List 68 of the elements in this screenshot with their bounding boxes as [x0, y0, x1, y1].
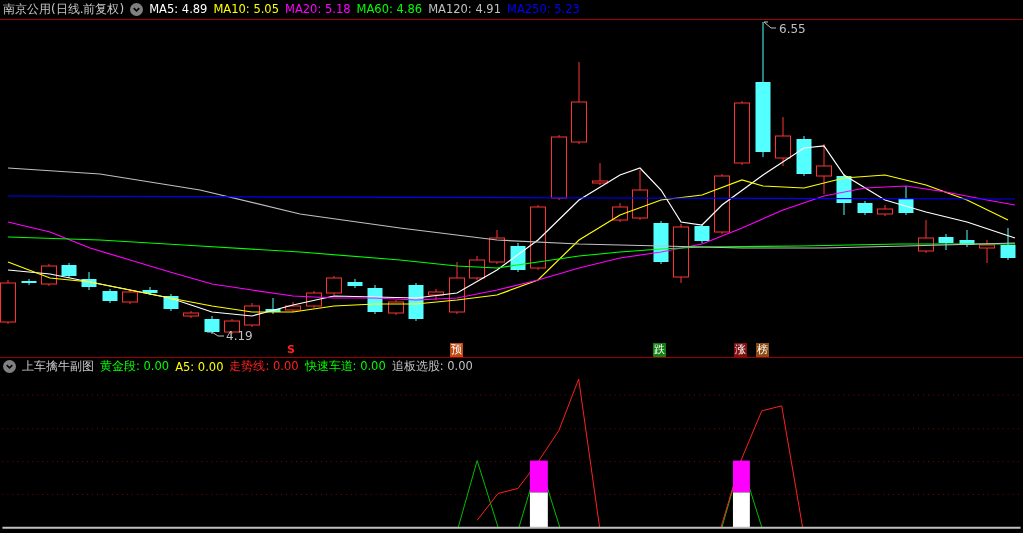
leader-line: [763, 21, 777, 29]
candlestick: [326, 275, 342, 296]
candlestick: [775, 116, 791, 167]
signal-tag: 涨: [734, 342, 747, 357]
candlestick: [796, 135, 812, 177]
indicator-value: A5: 0.00: [175, 359, 224, 374]
candlestick: [102, 288, 118, 304]
candlestick: [898, 185, 914, 216]
candlestick: [469, 255, 485, 281]
candlestick: [816, 143, 832, 195]
leader-line: [206, 331, 225, 337]
candlestick: [408, 282, 424, 322]
price-label: 4.19: [226, 328, 253, 342]
indicator-value: MA5: 4.89: [149, 2, 208, 17]
signal-tag: 预: [450, 342, 463, 357]
candlestick: [714, 173, 730, 235]
candlestick: [632, 169, 648, 221]
indicator-value: MA60: 4.86: [356, 2, 423, 17]
indicator-value: MA120: 4.91: [428, 2, 501, 17]
candlestick: [388, 299, 404, 316]
candlestick: [979, 239, 995, 264]
signal-tag: 榜: [756, 342, 769, 357]
candlestick: [877, 204, 893, 217]
chart-title: 南京公用(日线.前复权): [3, 0, 125, 18]
indicator-value: 追板选股: 0.00: [391, 359, 473, 375]
candlestick: [612, 202, 628, 223]
signal-bar: [529, 492, 548, 528]
candlestick: [551, 134, 567, 201]
signal-tag: 跌: [653, 342, 666, 357]
indicator-value: MA250: 5.23: [507, 2, 580, 17]
candlestick: [347, 278, 363, 289]
candlestick: [163, 293, 179, 312]
price-label: 6.55: [779, 21, 806, 36]
candlestick: [122, 289, 138, 305]
candlestick: [918, 219, 934, 254]
candlestick: [142, 286, 158, 296]
dropdown-icon[interactable]: [130, 2, 144, 16]
indicator-value: 走势线: 0.00: [229, 359, 299, 375]
candlestick: [836, 173, 852, 216]
chart-title: 上车擒牛副图: [22, 358, 94, 376]
dropdown-icon[interactable]: [3, 360, 16, 374]
candlestick: [734, 100, 750, 166]
candlestick: [449, 261, 465, 315]
candlestick: [673, 223, 689, 284]
indicator-value: MA10: 5.05: [213, 2, 279, 17]
candlestick: [938, 233, 954, 251]
candlestick: [530, 204, 546, 271]
candlestick: [489, 229, 505, 265]
indicator-value: MA20: 5.18: [285, 2, 351, 17]
candlestick: [428, 288, 444, 301]
candlestick: [61, 262, 77, 279]
candlestick: [285, 301, 301, 313]
candlestick: [265, 297, 281, 315]
signal-bar: [529, 460, 548, 493]
candlestick: [959, 229, 975, 248]
candlestick: [694, 223, 710, 244]
signal-bar: [732, 460, 750, 493]
candlestick: [857, 200, 873, 216]
indicator-value: 快速车道: 0.00: [304, 359, 386, 375]
candlestick: [21, 278, 37, 286]
candlestick: [81, 271, 97, 291]
candlestick: [1000, 227, 1016, 261]
signal-bar: [732, 492, 750, 528]
signal-marker: S: [287, 342, 295, 357]
candlestick: [183, 310, 199, 319]
candlestick: [592, 162, 608, 186]
candlestick: [204, 315, 220, 335]
indicator-value: 黄金段: 0.00: [100, 359, 170, 375]
